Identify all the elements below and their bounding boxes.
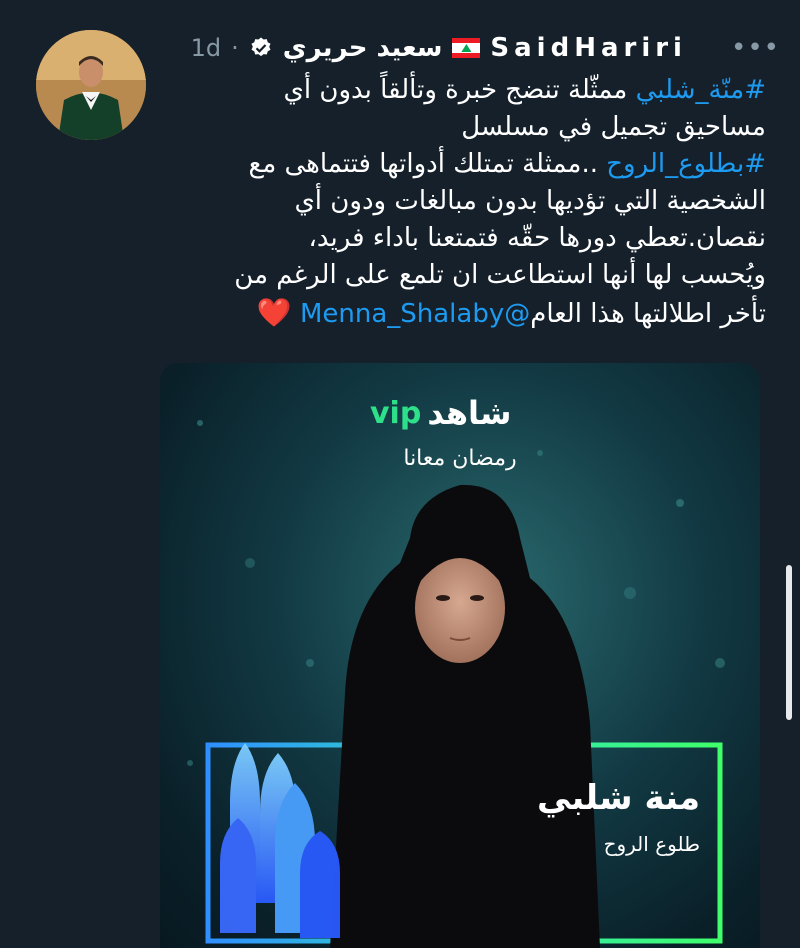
verified-badge-icon [251, 37, 271, 57]
author-avatar[interactable] [36, 30, 146, 140]
media-show-title: طلوع الروح [603, 832, 700, 856]
tweet-line-text: ممثّلة تنضج خبرة وتألقاً بدون أي [283, 75, 636, 105]
tweet-line-text: تأخر اطلالتها هذا العام [530, 299, 766, 329]
tweet-line: الشخصية التي تؤديها بدون مبالغات ودون أي [294, 186, 766, 216]
logo-vip: vip [370, 395, 422, 431]
logo-shahid: شاهد [427, 394, 512, 432]
author-name-latin[interactable]: SaidHariri [490, 33, 687, 63]
tweet-header: 1d · سعيد حريري SaidHariri ••• [170, 28, 780, 68]
media-tagline: رمضان معانا [403, 446, 517, 471]
more-options-icon[interactable]: ••• [731, 33, 780, 63]
author-name-arabic[interactable]: سعيد حريري [283, 33, 443, 63]
scrollbar-thumb[interactable] [786, 565, 792, 720]
hashtag-link[interactable]: #منّة_شلبي [636, 75, 766, 105]
shahid-vip-logo: vip شاهد [370, 393, 550, 433]
hashtag-link[interactable]: #بطلوع_الروح [606, 149, 766, 179]
tweet-line: #منّة_شلبي ممثّلة تنضج خبرة وتألقاً بدون… [176, 72, 766, 109]
header-separator: · [231, 34, 239, 62]
tweet-timestamp[interactable]: 1d [191, 34, 222, 62]
heart-emoji-icon: ❤️ [256, 296, 292, 329]
tweet-line-text: ..ممثلة تمتلك أدواتها فتتماهى مع [248, 149, 607, 179]
tweet-line: نقصان.تعطي دورها حقّه فتمتعنا باداء فريد… [308, 223, 766, 253]
tweet-line: تأخر اطلالتها هذا العام@Menna_Shalaby ❤️ [176, 294, 766, 333]
tweet-text: #منّة_شلبي ممثّلة تنضج خبرة وتألقاً بدون… [176, 72, 766, 333]
lebanon-flag-icon [452, 38, 481, 58]
tweet-line: #بطلوع_الروح ..ممثلة تمتلك أدواتها فتتما… [176, 146, 766, 183]
tweet-line: مساحيق تجميل في مسلسل [461, 112, 766, 142]
mention-link[interactable]: @Menna_Shalaby [300, 299, 530, 329]
tweet-line: ويُحسب لها أنها استطاعت ان تلمع على الرغ… [234, 260, 766, 290]
media-actor-name: منة شلبي [537, 778, 700, 818]
tweet-card[interactable]: 1d · سعيد حريري SaidHariri ••• #منّة_شلب… [0, 0, 800, 948]
